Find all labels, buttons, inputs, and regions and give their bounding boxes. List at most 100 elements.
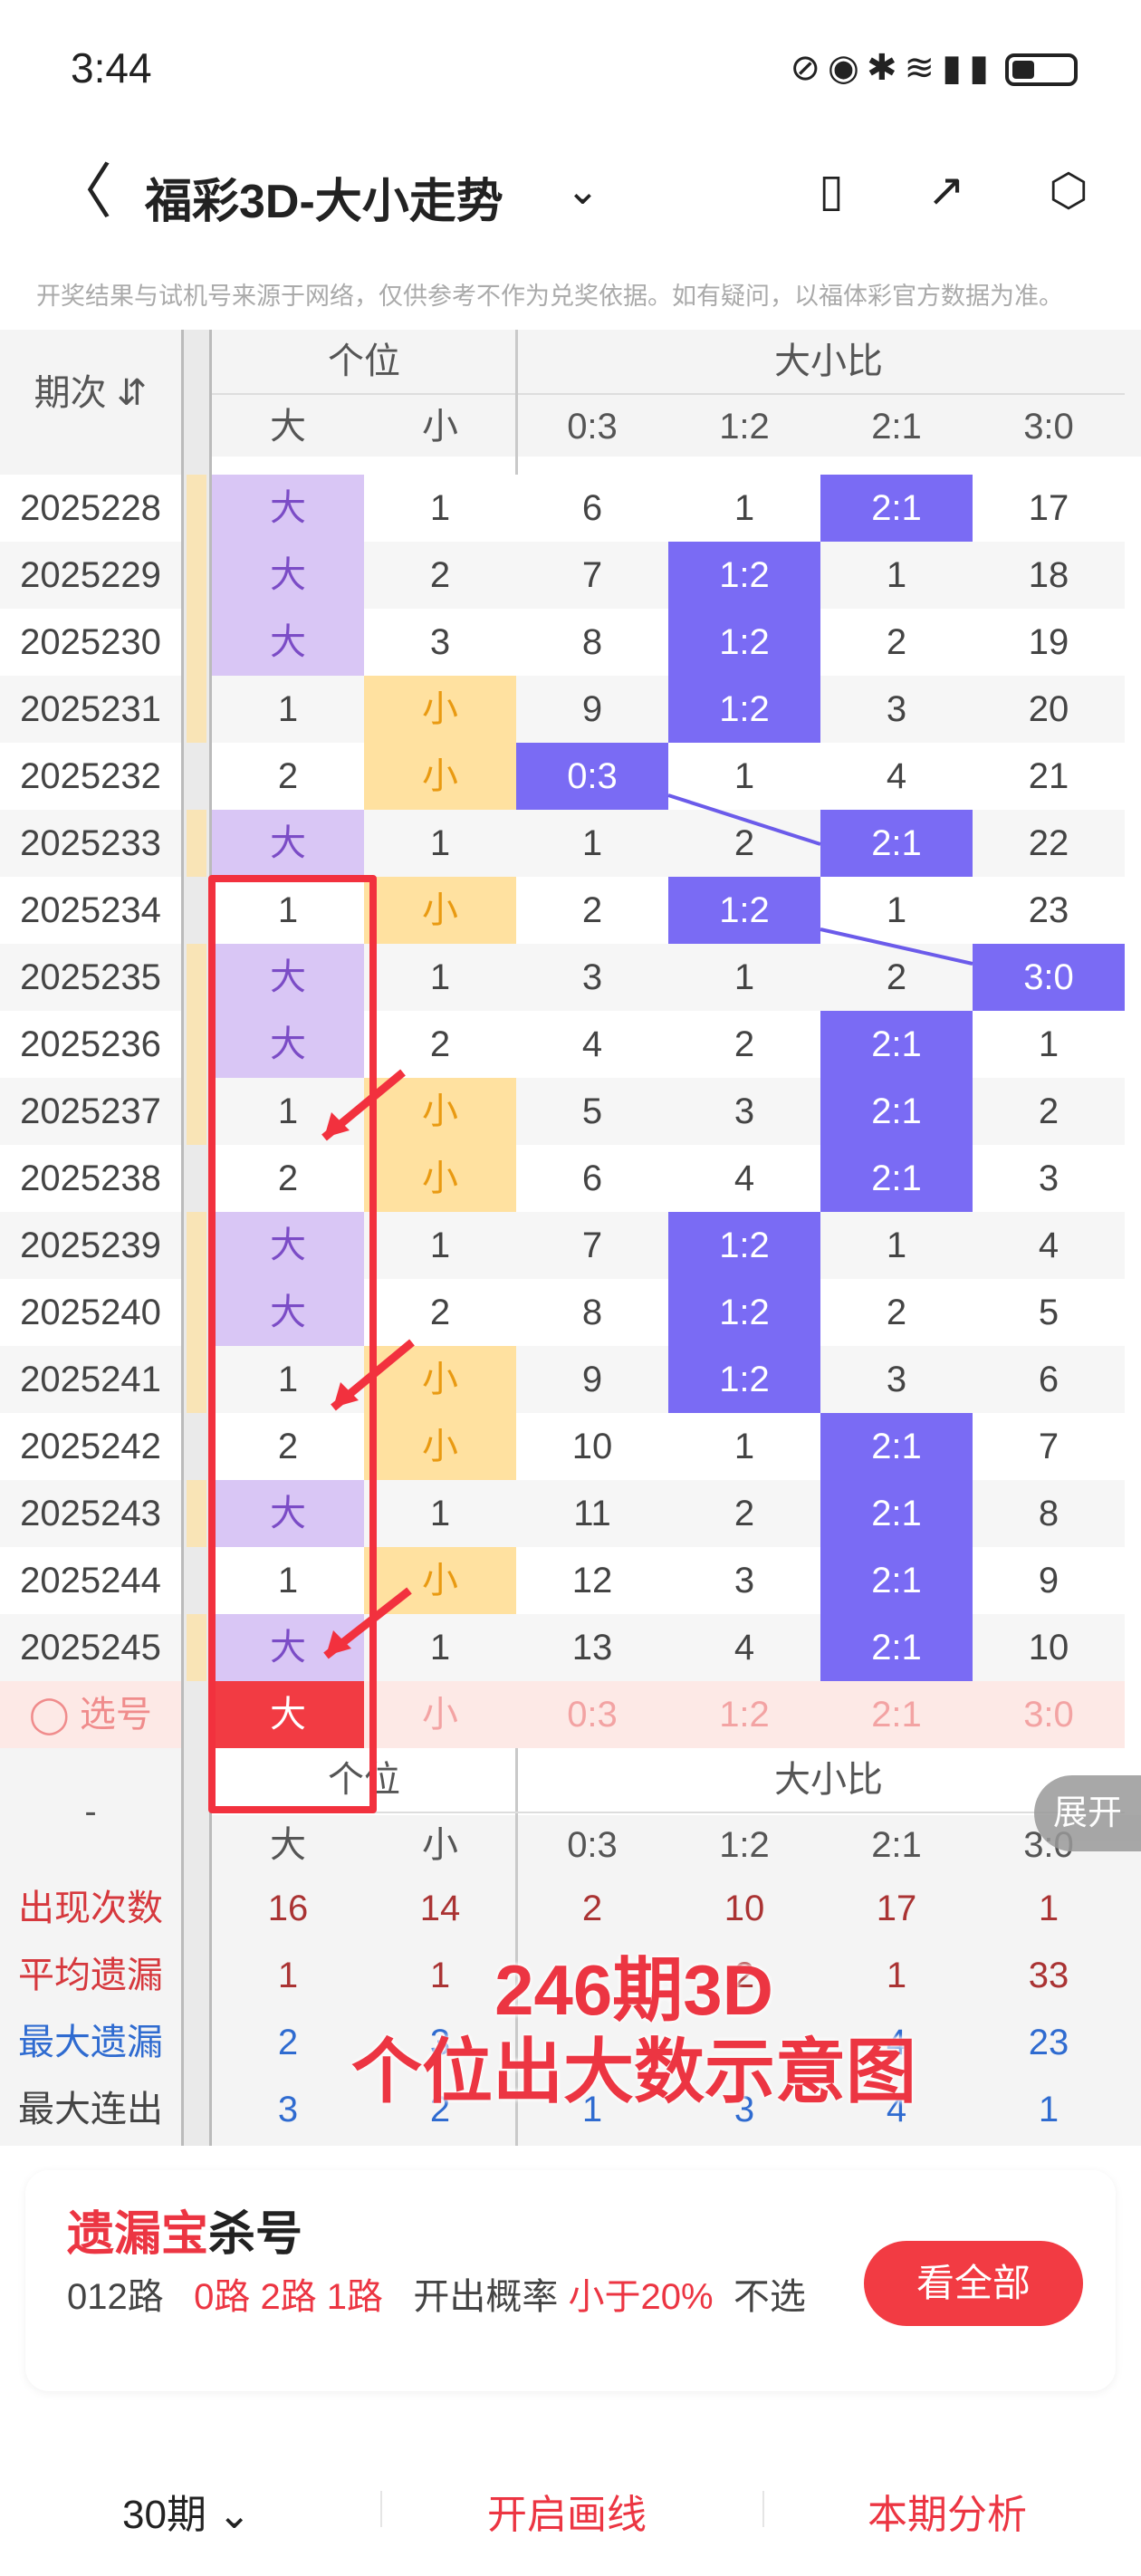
ratio-cell: 2:1 bbox=[820, 1480, 973, 1547]
period-cell: 2025231 bbox=[0, 676, 181, 743]
analysis-button[interactable]: 本期分析 bbox=[868, 2482, 1027, 2540]
ratio-cell: 2 bbox=[820, 944, 973, 1011]
ratio-cell: 1:2 bbox=[668, 1279, 820, 1346]
period-cell: 2025240 bbox=[0, 1279, 181, 1346]
card-title: 遗漏宝杀号 bbox=[67, 2196, 302, 2264]
eye-icon: ◉ bbox=[828, 48, 867, 88]
period-cell: 2025228 bbox=[0, 475, 181, 542]
draw-line-button[interactable]: 开启画线 bbox=[487, 2482, 647, 2540]
annotation-line2: 个位出大数示意图 bbox=[350, 2032, 916, 2111]
footer-column-header: 大 bbox=[212, 1812, 364, 1875]
ratio-cell: 2:1 bbox=[820, 1413, 973, 1480]
geiwei-xiao-cell: 小 bbox=[364, 1346, 516, 1413]
ratio-cell: 3 bbox=[820, 676, 973, 743]
period-header[interactable]: 期次 ⇵ bbox=[0, 330, 181, 457]
ratio-cell: 2 bbox=[820, 609, 973, 676]
kill-number-card: 遗漏宝杀号 012路 0路 2路 1路 开出概率 小于20% 不选 看全部 bbox=[25, 2170, 1116, 2391]
ratio-cell: 8 bbox=[973, 1480, 1125, 1547]
geiwei-xiao-cell: 3 bbox=[364, 609, 516, 676]
ratio-cell: 21 bbox=[973, 743, 1125, 810]
status-time: 3:44 bbox=[71, 44, 152, 91]
ratio-cell: 2:1 bbox=[820, 810, 973, 877]
ratio-cell: 2:1 bbox=[820, 1614, 973, 1681]
stat-label: 最大遗漏 bbox=[18, 2023, 163, 2062]
geiwei-da-cell: 大 bbox=[212, 810, 364, 877]
ratio-cell: 10 bbox=[516, 1413, 668, 1480]
period-select[interactable]: 30期 ⌄ bbox=[122, 2482, 251, 2540]
stat-label: 平均遗漏 bbox=[18, 1956, 163, 1995]
ratio-cell: 1 bbox=[973, 1011, 1125, 1078]
select-ratio-button[interactable]: 0:3 bbox=[516, 1681, 668, 1748]
ratio-cell: 2 bbox=[668, 1480, 820, 1547]
separator-mark bbox=[187, 475, 206, 542]
select-ratio-button[interactable]: 2:1 bbox=[820, 1681, 973, 1748]
ratio-cell: 4 bbox=[516, 1011, 668, 1078]
share-icon[interactable]: ↗ bbox=[919, 163, 973, 217]
separator-mark bbox=[187, 1279, 206, 1346]
column-header: 2:1 bbox=[820, 393, 973, 457]
card-title-suffix: 杀号 bbox=[208, 2208, 303, 2261]
ratio-cell: 1 bbox=[668, 944, 820, 1011]
separator-mark bbox=[187, 609, 206, 676]
status-bar: 3:44 ⊘◉✱≋▮▮ bbox=[0, 0, 1141, 136]
ratio-cell: 7 bbox=[516, 542, 668, 609]
ratio-cell: 13 bbox=[516, 1614, 668, 1681]
ratio-cell: 0:3 bbox=[516, 743, 668, 810]
signal-icon-2: ▮ bbox=[968, 48, 996, 88]
ratio-cell: 6 bbox=[973, 1346, 1125, 1413]
settings-icon[interactable]: ⬡ bbox=[1041, 163, 1096, 217]
trend-table[interactable]: 期次 ⇵ 个位 大小比大小 0:3 1:2 2:1 3:0 2025228 大 1 6 1 2:1 17 2… bbox=[0, 330, 1141, 2146]
expand-button[interactable]: 展开 bbox=[1034, 1775, 1141, 1851]
ratio-cell: 4 bbox=[668, 1614, 820, 1681]
card-title-brand: 遗漏宝 bbox=[67, 2208, 209, 2261]
ratio-cell: 22 bbox=[973, 810, 1125, 877]
ratio-cell: 2 bbox=[973, 1078, 1125, 1145]
geiwei-xiao-cell: 1 bbox=[364, 1212, 516, 1279]
column-header: 3:0 bbox=[973, 393, 1125, 457]
geiwei-xiao-cell: 1 bbox=[364, 1614, 516, 1681]
device-icon[interactable]: ▯ bbox=[804, 163, 858, 217]
page-title[interactable]: 福彩3D-大小走势 bbox=[145, 163, 503, 231]
ratio-cell: 3 bbox=[516, 944, 668, 1011]
select-ratio-button[interactable]: 1:2 bbox=[668, 1681, 820, 1748]
separator-mark bbox=[187, 1614, 206, 1681]
back-button[interactable]: 〈 bbox=[53, 161, 112, 221]
signal-icon: ▮ bbox=[941, 48, 969, 88]
ratio-cell: 1:2 bbox=[668, 676, 820, 743]
stat-label: 出现次数 bbox=[18, 1889, 163, 1928]
ratio-cell: 23 bbox=[973, 877, 1125, 944]
period-cell: 2025237 bbox=[0, 1078, 181, 1145]
column-header: 大 bbox=[212, 393, 364, 457]
separator-mark bbox=[187, 944, 206, 1011]
bluetooth-icon: ✱ bbox=[866, 48, 905, 88]
ratio-cell: 18 bbox=[973, 542, 1125, 609]
chevron-down-icon[interactable]: ⌄ bbox=[566, 168, 599, 214]
geiwei-da-cell: 大 bbox=[212, 475, 364, 542]
select-xiao-button[interactable]: 小 bbox=[364, 1681, 516, 1748]
select-ratio-button[interactable]: 3:0 bbox=[973, 1681, 1125, 1748]
ratio-cell: 1:2 bbox=[668, 542, 820, 609]
footer-column-header: 0:3 bbox=[516, 1812, 668, 1875]
highlight-box bbox=[208, 875, 377, 1813]
ratio-cell: 6 bbox=[516, 1145, 668, 1212]
geiwei-xiao-cell: 1 bbox=[364, 1480, 516, 1547]
column-header: 小 bbox=[364, 393, 516, 457]
separator-mark bbox=[187, 1078, 206, 1145]
period-cell: 2025238 bbox=[0, 1145, 181, 1212]
select-label[interactable]: ◯ 选号 bbox=[0, 1681, 181, 1748]
footer-dash: - bbox=[84, 1792, 97, 1831]
ratio-cell: 1 bbox=[516, 810, 668, 877]
ratio-cell: 4 bbox=[668, 1145, 820, 1212]
period-cell: 2025230 bbox=[0, 609, 181, 676]
view-all-button[interactable]: 看全部 bbox=[864, 2241, 1083, 2326]
stat-value: 14 bbox=[419, 1889, 461, 1928]
geiwei-da-cell: 大 bbox=[212, 609, 364, 676]
ratio-cell: 2:1 bbox=[820, 1011, 973, 1078]
route-values: 0路 2路 1路 bbox=[194, 2277, 384, 2317]
geiwei-xiao-cell: 1 bbox=[364, 944, 516, 1011]
period-cell: 2025241 bbox=[0, 1346, 181, 1413]
ratio-cell: 1 bbox=[820, 542, 973, 609]
ratio-cell: 17 bbox=[973, 475, 1125, 542]
ratio-cell: 9 bbox=[516, 1346, 668, 1413]
separator-mark bbox=[187, 542, 206, 609]
